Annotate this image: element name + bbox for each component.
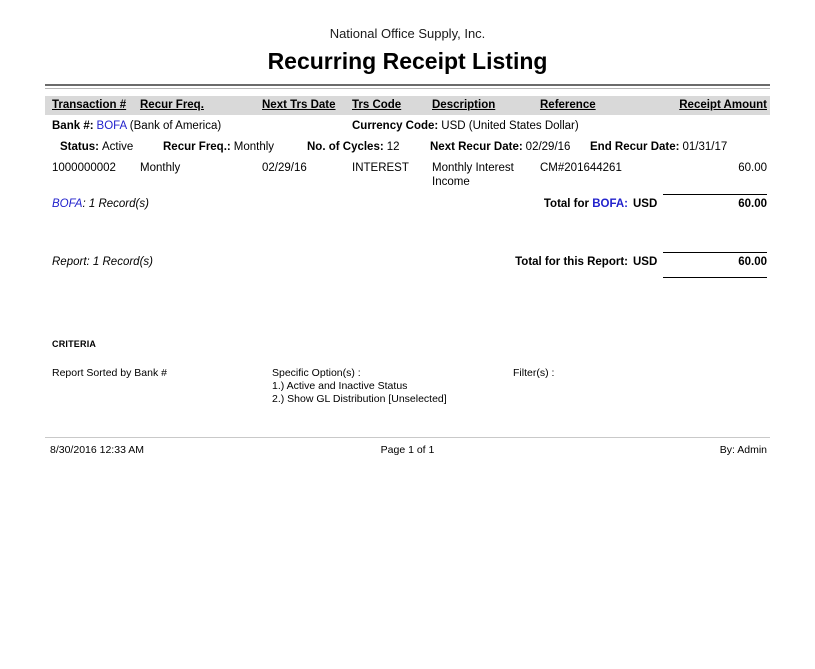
report-page: National Office Supply, Inc. Recurring R… xyxy=(0,0,815,669)
bank-code: BOFA xyxy=(97,120,127,132)
divider-light xyxy=(45,88,770,89)
bank-name: (Bank of America) xyxy=(130,120,221,132)
group-total-divider xyxy=(663,194,767,195)
company-name: National Office Supply, Inc. xyxy=(45,26,770,41)
recur-freq-field: Recur Freq.:Monthly xyxy=(163,141,274,153)
report-total-amount: 60.00 xyxy=(663,256,767,268)
status-value: Active xyxy=(102,141,133,153)
report-total-row: Report: 1 Record(s) Total for this Repor… xyxy=(45,256,770,271)
criteria-options-label: Specific Option(s) : xyxy=(272,367,447,380)
cell-amount: 60.00 xyxy=(660,161,770,189)
column-description: Description xyxy=(432,99,540,111)
report-total-currency: USD xyxy=(633,256,657,268)
next-recur-date-label: Next Recur Date: xyxy=(430,141,523,153)
cell-reference: CM#201644261 xyxy=(540,161,660,189)
footer-datetime: 8/30/2016 12:33 AM xyxy=(45,444,292,456)
recur-freq-value: Monthly xyxy=(234,141,274,153)
table-column-header: Transaction # Recur Freq. Next Trs Date … xyxy=(45,96,770,115)
group-total-bank-code: BOFA: xyxy=(592,198,628,210)
group-total-label: Total for BOFA: xyxy=(45,198,628,210)
column-trs-code: Trs Code xyxy=(352,99,432,111)
table-row: 1000000002 Monthly 02/29/16 INTEREST Mon… xyxy=(45,161,770,189)
report-footer: 8/30/2016 12:33 AM Page 1 of 1 By: Admin xyxy=(45,444,770,456)
cell-trs-code: INTEREST xyxy=(352,161,432,189)
end-recur-date-field: End Recur Date:01/31/17 xyxy=(590,141,727,153)
cycles-field: No. of Cycles:12 xyxy=(307,141,399,153)
column-next-trs-date: Next Trs Date xyxy=(262,99,352,111)
criteria-filters-label: Filter(s) : xyxy=(513,367,554,380)
report-total-label: Total for this Report: xyxy=(45,256,628,268)
footer-divider xyxy=(45,437,770,438)
cycles-label: No. of Cycles: xyxy=(307,141,384,153)
group-total-row: BOFA: 1 Record(s) Total for BOFA: USD 60… xyxy=(45,198,770,213)
bank-group-header: Bank #:BOFA (Bank of America) Currency C… xyxy=(45,120,770,135)
footer-by-user: By: Admin xyxy=(524,444,771,456)
criteria-section: Report Sorted by Bank # Specific Option(… xyxy=(45,367,770,411)
criteria-heading: CRITERIA xyxy=(52,339,770,349)
currency-value: USD (United States Dollar) xyxy=(441,120,578,132)
recur-freq-label: Recur Freq.: xyxy=(163,141,231,153)
report-title: Recurring Receipt Listing xyxy=(45,47,770,75)
criteria-option-2: 2.) Show GL Distribution [Unselected] xyxy=(272,393,447,406)
column-transaction: Transaction # xyxy=(52,99,140,111)
next-recur-date-value: 02/29/16 xyxy=(526,141,571,153)
report-total-divider-top xyxy=(663,252,767,253)
group-total-currency: USD xyxy=(633,198,657,210)
column-recur-freq: Recur Freq. xyxy=(140,99,262,111)
currency-label: Currency Code: xyxy=(352,120,438,132)
cell-recur-freq: Monthly xyxy=(140,161,262,189)
cell-transaction: 1000000002 xyxy=(52,161,140,189)
criteria-options: Specific Option(s) : 1.) Active and Inac… xyxy=(272,367,447,406)
report-total-divider-bottom xyxy=(663,277,767,278)
column-reference: Reference xyxy=(540,99,660,111)
criteria-option-1: 1.) Active and Inactive Status xyxy=(272,380,447,393)
bank-field: Bank #:BOFA (Bank of America) xyxy=(52,120,221,132)
bank-label: Bank #: xyxy=(52,120,94,132)
report-body: National Office Supply, Inc. Recurring R… xyxy=(45,0,770,456)
cycles-value: 12 xyxy=(387,141,400,153)
divider-dark xyxy=(45,84,770,86)
column-receipt-amount: Receipt Amount xyxy=(660,99,770,111)
end-recur-date-label: End Recur Date: xyxy=(590,141,679,153)
currency-field: Currency Code:USD (United States Dollar) xyxy=(352,120,579,132)
footer-page-number: Page 1 of 1 xyxy=(292,444,524,456)
recurrence-detail-line: Status:Active Recur Freq.:Monthly No. of… xyxy=(45,141,770,156)
status-field: Status:Active xyxy=(60,141,133,153)
next-recur-date-field: Next Recur Date:02/29/16 xyxy=(430,141,570,153)
cell-next-trs-date: 02/29/16 xyxy=(262,161,352,189)
group-total-amount: 60.00 xyxy=(663,198,767,210)
status-label: Status: xyxy=(60,141,99,153)
group-total-label-prefix: Total for xyxy=(544,198,592,210)
cell-description: Monthly Interest Income xyxy=(432,161,540,189)
end-recur-date-value: 01/31/17 xyxy=(682,141,727,153)
criteria-sorted-by: Report Sorted by Bank # xyxy=(52,367,167,380)
